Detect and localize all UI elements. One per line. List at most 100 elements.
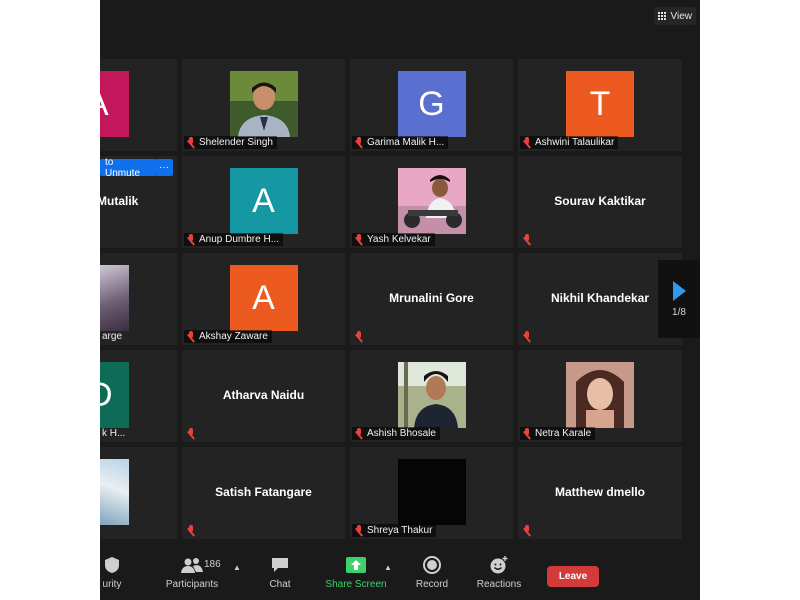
- participant-label: Anup Dumbre H...: [184, 233, 284, 246]
- participant-photo: [397, 362, 466, 428]
- participant-name: Mutalik: [100, 194, 139, 208]
- more-options-button[interactable]: ···: [155, 159, 173, 176]
- unmute-pill[interactable]: to Unmute: [100, 157, 156, 179]
- grid-view-icon: [658, 12, 667, 21]
- record-icon: [423, 555, 441, 575]
- share-screen-icon: [346, 555, 366, 575]
- participant-tile-partial-3[interactable]: arge: [100, 253, 177, 345]
- reactions-icon: [489, 555, 509, 575]
- participant-tile[interactable]: Yash Kelvekar: [350, 156, 513, 248]
- participant-tile-partial-2[interactable]: to Unmute ··· Mutalik: [100, 156, 177, 248]
- participant-label: Akshay Zaware: [184, 330, 272, 343]
- person-photo-icon: [397, 362, 466, 428]
- reactions-button[interactable]: Reactions: [472, 545, 526, 600]
- participant-label: [520, 524, 536, 537]
- participant-photo: [566, 362, 634, 428]
- muted-mic-icon: [354, 525, 364, 536]
- top-bar: View: [100, 0, 700, 55]
- next-page-button[interactable]: 1/8: [658, 260, 700, 338]
- participant-name: Atharva Naidu: [222, 388, 305, 402]
- page-indicator: 1/8: [672, 306, 686, 318]
- participant-tile[interactable]: Ashish Bhosale: [350, 350, 513, 442]
- muted-mic-icon: [186, 428, 196, 439]
- muted-mic-icon: [354, 234, 364, 245]
- avatar: D: [100, 362, 129, 428]
- participant-label: Shreya Thakur: [352, 524, 437, 537]
- participant-name: Sourav Kaktikar: [554, 194, 646, 208]
- participant-label: [520, 330, 536, 343]
- chat-icon: [271, 555, 289, 575]
- participant-label: [184, 427, 200, 440]
- participant-label: Yash Kelvekar: [352, 233, 435, 246]
- participant-photo: [397, 168, 466, 234]
- participant-label: k H...: [102, 428, 126, 439]
- avatar: A: [100, 71, 129, 137]
- record-button[interactable]: Record: [412, 545, 452, 600]
- participants-caret-icon[interactable]: ▲: [233, 563, 241, 572]
- view-button[interactable]: View: [653, 7, 696, 25]
- share-caret-icon[interactable]: ▲: [384, 563, 392, 572]
- chat-button[interactable]: Chat: [260, 545, 300, 600]
- participants-button[interactable]: Participants: [162, 545, 222, 600]
- share-screen-button[interactable]: Share Screen: [324, 545, 388, 600]
- participant-tile[interactable]: A Akshay Zaware: [182, 253, 345, 345]
- participant-label: [520, 233, 536, 246]
- participant-tile-partial-5[interactable]: [100, 447, 177, 539]
- participant-photo: [397, 459, 466, 525]
- participant-tile[interactable]: Satish Fatangare: [182, 447, 345, 539]
- muted-mic-icon: [186, 331, 196, 342]
- participant-tile[interactable]: Mrunalini Gore: [350, 253, 513, 345]
- avatar: A: [229, 265, 298, 331]
- muted-mic-icon: [522, 234, 532, 245]
- avatar: G: [397, 71, 466, 137]
- participant-tile[interactable]: T Ashwini Talaulikar: [518, 59, 682, 151]
- participant-label: Ashwini Talaulikar: [520, 136, 619, 149]
- participant-tile[interactable]: Netra Karale: [518, 350, 682, 442]
- security-button[interactable]: urity: [100, 545, 132, 600]
- participant-tile[interactable]: Matthew dmello: [518, 447, 682, 539]
- leave-button[interactable]: Leave: [547, 566, 599, 587]
- participant-label: Netra Karale: [520, 427, 596, 440]
- participant-label: Shelender Singh: [184, 136, 277, 149]
- meeting-toolbar: urity Participants 186 ▲ Chat Share Scre…: [100, 545, 700, 600]
- participants-icon: [181, 555, 203, 575]
- muted-mic-icon: [354, 137, 364, 148]
- participant-tile[interactable]: Sourav Kaktikar: [518, 156, 682, 248]
- muted-mic-icon: [522, 331, 532, 342]
- participant-photo: [100, 459, 129, 525]
- arrow-right-icon: [672, 280, 686, 301]
- participant-name: Mrunalini Gore: [389, 291, 474, 305]
- muted-mic-icon: [354, 331, 364, 342]
- participant-tile-partial-1[interactable]: A: [100, 59, 177, 151]
- participant-photo: [100, 265, 129, 331]
- participant-label: [352, 330, 368, 343]
- person-photo-icon: [566, 362, 634, 428]
- shield-icon: [104, 555, 120, 575]
- muted-mic-icon: [522, 428, 532, 439]
- avatar: A: [229, 168, 298, 234]
- participant-label: arge: [102, 331, 123, 342]
- muted-mic-icon: [522, 137, 532, 148]
- person-photo-icon: [397, 168, 466, 234]
- muted-mic-icon: [186, 137, 196, 148]
- participant-tile[interactable]: Atharva Naidu: [182, 350, 345, 442]
- participant-tile[interactable]: Shelender Singh: [182, 59, 345, 151]
- view-label: View: [670, 10, 693, 22]
- avatar: T: [566, 71, 634, 137]
- participants-count: 186: [204, 559, 221, 570]
- participant-tile[interactable]: G Garima Malik H...: [350, 59, 513, 151]
- participant-label: Ashish Bhosale: [352, 427, 440, 440]
- muted-mic-icon: [522, 525, 532, 536]
- participant-tile[interactable]: A Anup Dumbre H...: [182, 156, 345, 248]
- participant-photo: [229, 71, 298, 137]
- participant-tile[interactable]: Shreya Thakur: [350, 447, 513, 539]
- muted-mic-icon: [186, 525, 196, 536]
- person-photo-icon: [229, 71, 298, 137]
- zoom-window: View A to Unmute ··· Mutalik arge D k H.…: [100, 0, 700, 600]
- participant-name: Satish Fatangare: [215, 485, 312, 499]
- muted-mic-icon: [186, 234, 196, 245]
- participant-label: Garima Malik H...: [352, 136, 449, 149]
- muted-mic-icon: [354, 428, 364, 439]
- participant-tile-partial-4[interactable]: D k H...: [100, 350, 177, 442]
- participant-label: [184, 524, 200, 537]
